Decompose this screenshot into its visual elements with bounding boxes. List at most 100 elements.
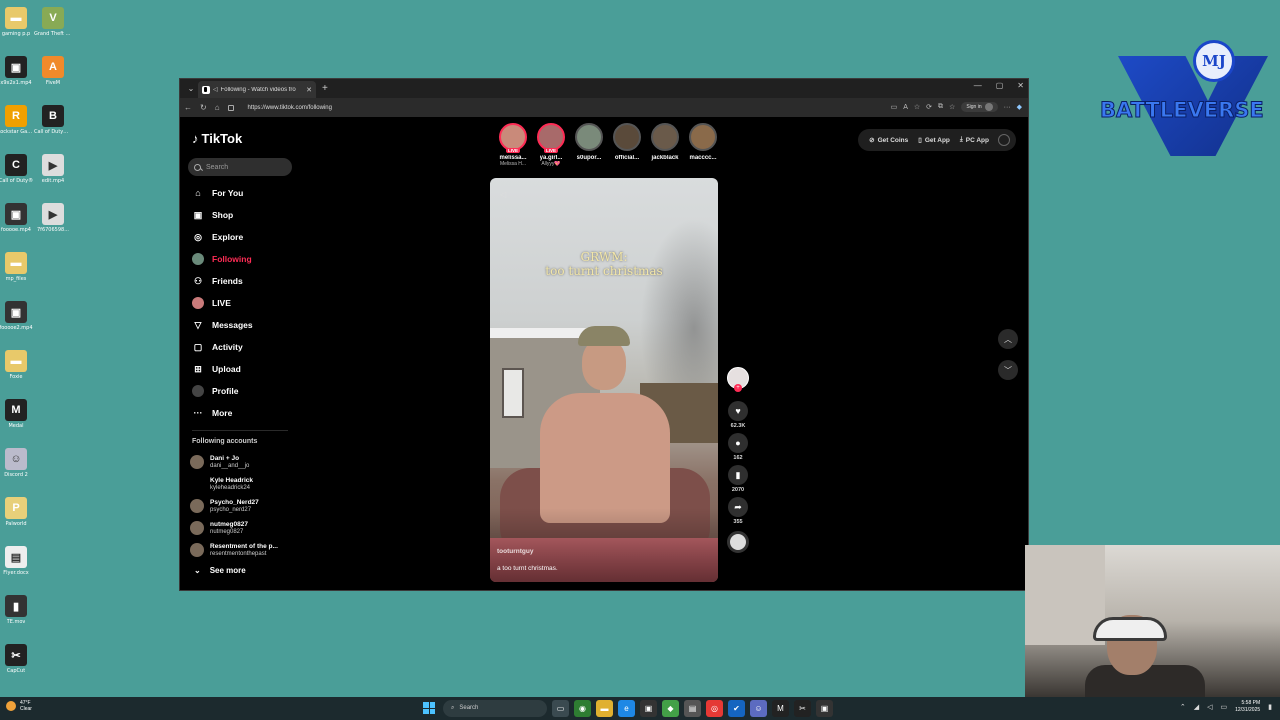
share-icon[interactable]: ➦ <box>728 497 748 517</box>
pc-app-button[interactable]: ⤓ PC App <box>955 136 994 144</box>
favorite-star-icon[interactable]: ☆ <box>914 103 920 111</box>
desktop-icon[interactable]: ▤ Flyer.docx <box>0 543 36 592</box>
discord-icon[interactable]: ☺ <box>750 699 767 717</box>
battery-icon[interactable]: ▭ <box>1220 703 1227 711</box>
like-action[interactable]: ♥ 62.3K <box>728 401 748 429</box>
taskbar-search[interactable]: ⌕ Search <box>443 699 547 717</box>
start-button[interactable] <box>420 699 438 717</box>
favorites-icon[interactable]: ☆ <box>949 103 955 111</box>
medal-icon[interactable]: M <box>772 699 789 717</box>
gamepad-icon[interactable]: ◆ <box>662 699 679 717</box>
story-item[interactable]: jackblack <box>648 123 682 167</box>
comment-action[interactable]: ● 162 <box>728 433 748 461</box>
tab-following[interactable]: ◁ Following - Watch videos fro ✕ <box>198 81 316 98</box>
desktop-icon[interactable]: V Grand Theft Auto V Ek... <box>33 4 73 53</box>
list-item[interactable]: Psycho_Nerd27 psycho_nerd27 <box>190 495 300 517</box>
obs-icon[interactable]: ▣ <box>816 699 833 717</box>
edge-icon[interactable]: e <box>618 699 635 717</box>
network-icon[interactable]: ◢ <box>1194 703 1199 711</box>
notifications-icon[interactable]: ▮ <box>1268 703 1272 711</box>
desktop-icon[interactable]: P Palworld <box>0 494 36 543</box>
story-item[interactable]: LIVE melissa... Melissa H... <box>496 123 530 167</box>
desktop-icon[interactable]: ▣ x9x2x1.mp4 <box>0 53 36 102</box>
search-input[interactable]: Search <box>188 158 292 176</box>
desktop-icon[interactable]: ▬ gaming p.p <box>0 4 36 53</box>
desktop-icon[interactable]: ▬ mp_files <box>0 249 36 298</box>
desktop-icon[interactable]: C Call of Duty® <box>0 151 36 200</box>
speaker-icon[interactable]: ◁ <box>213 86 218 93</box>
video-username[interactable]: tooturntguy <box>497 548 533 555</box>
creator-avatar[interactable]: + <box>727 367 749 392</box>
list-item[interactable]: Dani + Jo dani__and__jo <box>190 451 300 473</box>
refresh-icon[interactable]: ↻ <box>200 103 207 112</box>
desktop-icon[interactable]: ▶ edit.mp4 <box>33 151 73 200</box>
steam-icon[interactable]: ✔ <box>728 699 745 717</box>
story-item[interactable]: s0upor... <box>572 123 606 167</box>
list-item[interactable]: Kyle Headrick kyleheadrick24 <box>190 473 300 495</box>
bookmark-icon[interactable]: ▮ <box>728 465 748 485</box>
capcut-icon[interactable]: ✂ <box>794 699 811 717</box>
story-item[interactable]: macccc... <box>686 123 720 167</box>
terminal-icon[interactable]: ▣ <box>640 699 657 717</box>
sidebar-item-following[interactable]: Following <box>192 248 292 270</box>
extensions-icon[interactable]: ⟳ <box>926 103 932 111</box>
previous-video-button[interactable]: ︿ <box>998 329 1018 349</box>
share-action[interactable]: ➦ 355 <box>728 497 748 525</box>
home-icon[interactable]: ⌂ <box>215 103 220 112</box>
clock[interactable]: 5:58 PM 12/31/2025 <box>1235 700 1260 714</box>
sidebar-item-messages[interactable]: ▽ Messages <box>192 314 292 336</box>
back-icon[interactable]: ← <box>184 103 192 112</box>
maximize-button[interactable]: ▢ <box>996 81 1004 90</box>
get-app-button[interactable]: ▯ Get App <box>913 136 955 145</box>
comment-icon[interactable]: ● <box>728 433 748 453</box>
tiktok-logo[interactable]: ♪ TikTok <box>192 131 242 146</box>
sidebar-item-upload[interactable]: ⊞ Upload <box>192 358 292 380</box>
desktop-icon[interactable]: ▬ Foxie <box>0 347 36 396</box>
desktop-icon[interactable]: ▣ fooooe.mp4 <box>0 200 36 249</box>
minimize-button[interactable]: — <box>974 81 982 90</box>
split-screen-icon[interactable]: ⧉ <box>938 103 943 111</box>
sidebar-item-profile[interactable]: Profile <box>192 380 292 402</box>
list-item[interactable]: Resentment of the p... resentmentonthepas… <box>190 539 300 561</box>
list-item[interactable]: nutmeg0827 nutmeg0827 <box>190 517 300 539</box>
mute-icon[interactable]: ◁ <box>500 190 506 199</box>
site-info-icon[interactable] <box>227 104 234 111</box>
desktop-icon[interactable]: B Call of Duty® Bla... <box>33 102 73 151</box>
reader-icon[interactable]: ▭ <box>891 103 898 111</box>
volume-icon[interactable]: ◁ <box>1207 703 1212 711</box>
desktop-icon[interactable]: ✂ CapCut <box>0 641 36 690</box>
sidebar-item-live[interactable]: LIVE <box>192 292 292 314</box>
sidebar-item-for-you[interactable]: ⌂ For You <box>192 182 292 204</box>
sidebar-item-friends[interactable]: ⚇ Friends <box>192 270 292 292</box>
weather-widget[interactable]: 47°F Clear <box>6 700 32 712</box>
menu-icon[interactable]: ··· <box>1004 104 1011 111</box>
task-view-icon[interactable]: ▭ <box>552 699 569 717</box>
desktop-icon[interactable]: M Medal <box>0 396 36 445</box>
desktop-icon[interactable]: ▣ fooooe2.mp4 <box>0 298 36 347</box>
story-item[interactable]: LIVE ya.girl... Allyyy💖 <box>534 123 568 167</box>
sidebar-item-more[interactable]: ··· More <box>192 402 292 424</box>
close-window-button[interactable]: ✕ <box>1017 81 1024 90</box>
sidebar-item-shop[interactable]: ▣ Shop <box>192 204 292 226</box>
chevron-up-icon[interactable]: ⌃ <box>1180 703 1186 711</box>
sidebar-item-explore[interactable]: ◎ Explore <box>192 226 292 248</box>
story-item[interactable]: official... <box>610 123 644 167</box>
see-more-button[interactable]: ⌄ See more <box>194 566 246 575</box>
xbox-app-icon[interactable]: ◉ <box>574 699 591 717</box>
close-tab-icon[interactable]: ✕ <box>306 86 312 94</box>
store-icon[interactable]: ▤ <box>684 699 701 717</box>
new-tab-button[interactable]: + <box>322 83 328 94</box>
video-player[interactable]: ◁ GRWM: too turnt christmas tooturntguy … <box>490 178 718 582</box>
desktop-icon[interactable]: R Rockstar Games ... <box>0 102 36 151</box>
tab-actions-icon[interactable]: ⌄ <box>184 82 198 96</box>
follow-plus-icon[interactable]: + <box>734 384 742 392</box>
chrome-icon[interactable]: ◎ <box>706 699 723 717</box>
url-field[interactable]: https://www.tiktok.com/following <box>248 105 332 111</box>
sign-in-button[interactable]: Sign in <box>961 102 998 112</box>
desktop-icon[interactable]: A FiveM <box>33 53 73 102</box>
read-aloud-icon[interactable]: A <box>903 104 908 111</box>
desktop-icon[interactable]: ▶ 7f6706598... <box>33 200 73 249</box>
next-video-button[interactable]: ﹀ <box>998 360 1018 380</box>
heart-icon[interactable]: ♥ <box>728 401 748 421</box>
copilot-icon[interactable]: ◆ <box>1017 103 1022 111</box>
